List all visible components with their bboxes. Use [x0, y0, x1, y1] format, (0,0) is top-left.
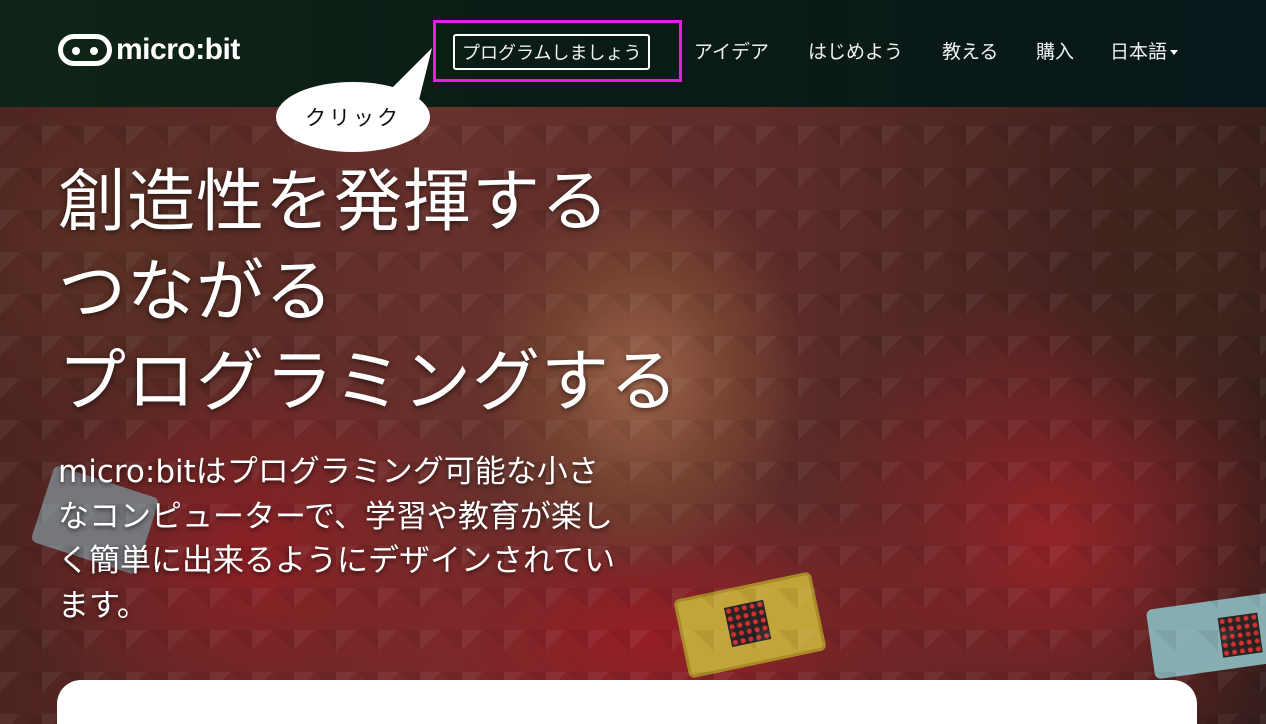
- nav-buy[interactable]: 購入: [1036, 37, 1074, 64]
- content-card: [57, 680, 1197, 724]
- logo-text: micro:bit: [116, 33, 240, 66]
- nav-get-started[interactable]: はじめよう: [808, 37, 903, 64]
- microbit-logo[interactable]: micro:bit: [58, 33, 240, 67]
- language-label: 日本語: [1110, 41, 1168, 63]
- microbit-logo-icon: [58, 34, 112, 66]
- caret-down-icon: [1170, 50, 1179, 55]
- click-callout-bubble: クリック: [276, 82, 430, 152]
- nav-ideas[interactable]: アイデア: [694, 37, 769, 64]
- headline-line: つながる: [58, 253, 335, 332]
- callout-text: クリック: [305, 106, 401, 130]
- nav-language-dropdown[interactable]: 日本語: [1110, 37, 1179, 64]
- top-navbar: micro:bit プログラムしましょう アイデア はじめよう 教える 購入 日…: [0, 0, 1266, 107]
- hero-description: micro:bitはプログラミング可能な小さなコンピューターで、学習や教育が楽し…: [58, 454, 616, 624]
- nav-lets-code-button[interactable]: プログラムしましょう: [453, 34, 651, 70]
- hero-headline: 創造性を発揮する つながる プログラミングする: [58, 158, 679, 428]
- headline-line: 創造性を発揮する: [58, 163, 611, 242]
- headline-line: プログラミングする: [58, 343, 680, 422]
- page: micro:bit プログラムしましょう アイデア はじめよう 教える 購入 日…: [0, 0, 1266, 724]
- nav-teach[interactable]: 教える: [942, 37, 998, 64]
